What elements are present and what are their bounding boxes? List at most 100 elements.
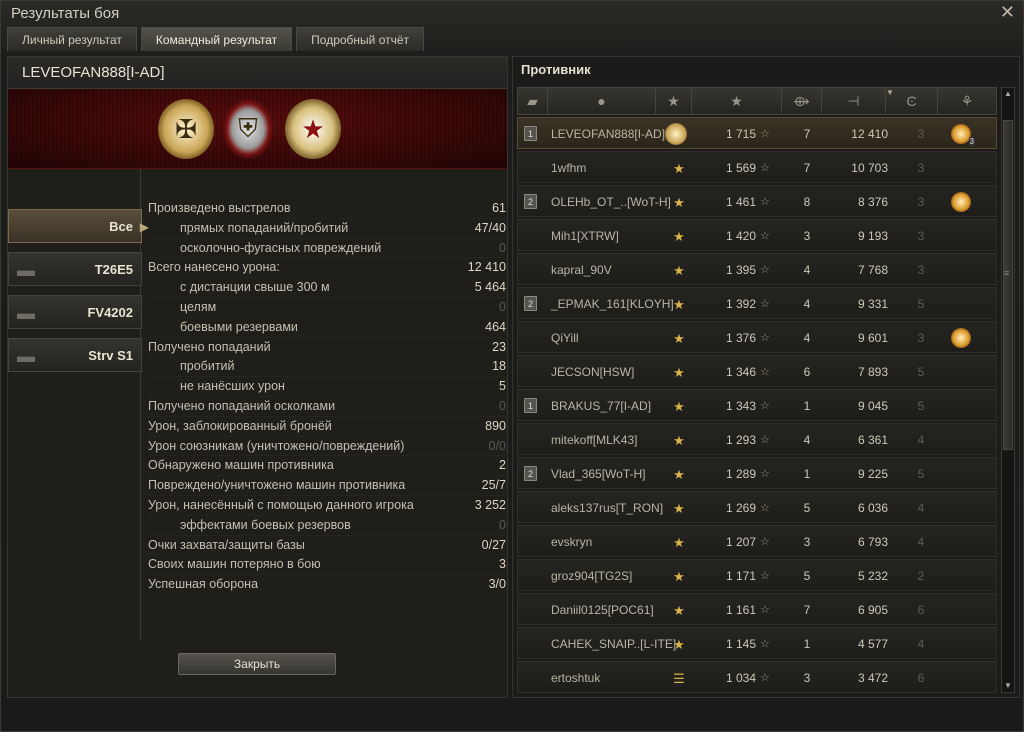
table-row[interactable]: 1 LEVEOFAN888[I-AD] 1 715 ☆ 7 12 410 3 3 [517,117,997,149]
tab-personal-result[interactable]: Личный результат [7,27,137,51]
stat-value: 25/7 [481,478,506,493]
rank-icon[interactable]: ★ [656,88,692,114]
table-row[interactable]: CAHEK_SNAIP..[L-ITE] ★ 1 145 ☆ 1 4 577 4 [517,627,997,659]
tab-team-result[interactable]: Командный результат [140,27,293,51]
stat-value: 890 [485,418,506,433]
table-row[interactable]: 2 Vlad_365[WoT-H] ★ 1 289 ☆ 1 9 225 5 [517,457,997,489]
tier-value: 6 [917,603,925,617]
close-button[interactable]: Закрыть [178,653,336,675]
tier-value: 3 [917,331,925,345]
tier-value: 4 [917,433,925,447]
player-name: aleks137rus[T_RON] [551,501,664,515]
table-row[interactable]: 1 BRAKUS_77[I-AD] ★ 1 343 ☆ 1 9 045 5 [517,389,997,421]
damage-icon[interactable]: ⊣ [822,88,886,114]
tank-icon: ▬ [17,346,35,366]
player-name: _EPMAK_161[KLOYH] [551,297,674,311]
stat-value: 0 [499,517,506,532]
scrollbar[interactable]: ▲ ≡ ▼ [1001,87,1015,693]
damage-value: 5 232 [857,569,888,583]
stat-label: Очки захвата/защиты базы [148,537,305,552]
player-icon[interactable]: ● [548,88,656,114]
stat-label: Всего нанесено урона: [148,260,280,275]
star-outline-icon: ☆ [760,128,770,140]
xp-star-icon[interactable]: ▼ ★ [692,88,894,114]
stat-row: Получено попаданий осколками 0 [148,397,508,417]
tier-value: 3 [917,263,925,277]
damage-value: 4 577 [857,637,888,651]
kills-icon[interactable]: ⟴ [782,88,822,114]
vehicle-item-all[interactable]: Все ▶ [8,209,149,243]
stat-row: Своих машин потеряно в бою 3 [148,555,508,576]
squad-icon[interactable]: ▰ [518,88,548,114]
battle-results-window: Результаты боя ✕ Личный результат Команд… [0,0,1024,732]
order-medal-icon[interactable] [951,192,971,212]
xp-value: 1 461 [725,195,756,209]
rank-shield-medal-icon[interactable]: ⛨ [223,99,273,159]
star-outline-icon: ☆ [760,672,770,684]
star-wreath-medal-icon[interactable]: ★ [285,99,341,159]
vehicle-item-t26e5[interactable]: ▬ T26E5 [8,252,142,286]
close-icon[interactable]: ✕ [1000,2,1015,23]
stat-label: целям [180,299,217,314]
stat-label: осколочно-фугасных повреждений [180,240,382,255]
stat-label: Своих машин потеряно в бою [148,557,321,572]
star-rank-icon: ★ [673,535,685,550]
vehicle-item-strv-s1[interactable]: ▬ Strv S1 [8,338,142,372]
xp-value: 1 420 [725,229,756,243]
table-row[interactable]: evskryn ★ 1 207 ☆ 3 6 793 4 [517,525,997,557]
table-row[interactable]: 2 _EPMAK_161[KLOYH] ★ 1 392 ☆ 4 9 331 5 [517,287,997,319]
stats-list: Произведено выстрелов 61 прямых попаданий/… [148,199,508,595]
table-row[interactable]: JECSON[HSW] ★ 1 346 ☆ 6 7 893 5 [517,355,997,387]
stat-row: целям 0 [148,298,508,318]
table-row[interactable]: Daniil0125[POC61] ★ 1 161 ☆ 7 6 905 6 [517,593,997,625]
enemy-team-panel: Противник ▰ ● ★ ▼ ★ ⟴ ⊣ Ͼ ⚘ 1 LEVEOFAN888[… [512,56,1020,698]
tab-bar: Личный результат Командный результат Под… [7,27,425,51]
shell-wreath-medal-icon[interactable]: ✠ [158,99,214,159]
tank-icon: ▬ [17,303,35,323]
damage-value: 10 703 [851,161,888,175]
medals-banner: ✠ ⛨ ★ [8,89,507,169]
kills-value: 5 [803,569,811,583]
wreath-rank-icon [665,123,687,145]
scroll-down-icon[interactable]: ▼ [1002,680,1014,692]
tier-value: 3 [917,229,925,243]
order-medal-icon[interactable]: 3 [951,124,975,146]
damage-value: 6 036 [857,501,888,515]
tier-value: 4 [917,535,925,549]
player-name: mitekoff[MLK43] [551,433,638,447]
vehicle-item-fv4202[interactable]: ▬ FV4202 [8,295,142,329]
stat-value: 2 [499,458,506,473]
tier-value: 4 [917,637,925,651]
table-row[interactable]: Mih1[XTRW] ★ 1 420 ☆ 3 9 193 3 [517,219,997,251]
enemy-team-header: Противник [521,62,591,77]
table-row[interactable]: mitekoff[MLK43] ★ 1 293 ☆ 4 6 361 4 [517,423,997,455]
table-row[interactable]: 2 OLEHb_OT_..[WoT-H] ★ 1 461 ☆ 8 8 376 3 [517,185,997,217]
table-row[interactable]: 1wfhm ★ 1 569 ☆ 7 10 703 3 [517,151,997,183]
table-row[interactable]: QiYill ★ 1 376 ☆ 4 9 601 3 [517,321,997,353]
order-medal-icon[interactable] [951,328,971,348]
stat-value: 0 [499,299,506,314]
tab-detailed-report[interactable]: Подробный отчёт [296,27,425,51]
star-outline-icon: ☆ [760,196,770,208]
table-row[interactable]: kapral_90V ★ 1 395 ☆ 4 7 768 3 [517,253,997,285]
stat-value: 3/0 [488,577,506,592]
squad-badge: 2 [524,194,537,209]
star-rank-icon: ★ [673,263,685,278]
star-rank-icon: ★ [673,467,685,482]
star-rank-icon: ★ [673,637,685,652]
table-row[interactable]: aleks137rus[T_RON] ★ 1 269 ☆ 5 6 036 4 [517,491,997,523]
scroll-up-icon[interactable]: ▲ [1002,88,1014,100]
damage-value: 6 793 [857,535,888,549]
squad-badge: 1 [524,398,537,413]
medal-icon[interactable]: ⚘ [938,88,996,114]
table-row[interactable]: groz904[TG2S] ★ 1 171 ☆ 5 5 232 2 [517,559,997,591]
stat-value: 5 464 [474,280,506,295]
kills-value: 4 [803,433,811,447]
scroll-thumb[interactable] [1003,120,1013,450]
stat-label: Повреждено/уничтожено машин противника [148,478,406,493]
xp-value: 1 034 [725,671,756,685]
star-rank-icon: ★ [673,569,685,584]
star-rank-icon: ★ [673,229,685,244]
star-rank-icon: ★ [673,297,685,312]
table-row[interactable]: ertoshtuk ☰ 1 034 ☆ 3 3 472 6 [517,661,997,693]
